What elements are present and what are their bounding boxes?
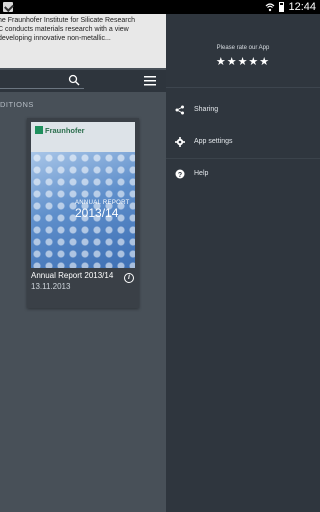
rating-stars[interactable]: ★★★★★ (166, 55, 320, 68)
divider (166, 87, 320, 88)
status-right: 12:44 (265, 0, 316, 14)
drawer-item-help[interactable]: ? Help (166, 162, 320, 186)
report-cover[interactable]: Fraunhofer ANNUAL REPORT 2013/14 (31, 122, 135, 268)
navigation-drawer: Please rate our App ★★★★★ Sharing App se… (166, 14, 320, 512)
info-icon[interactable]: i (124, 273, 134, 283)
cover-line2: 2013/14 (75, 206, 119, 220)
intro-line: developing innovative non-metallic... (0, 35, 111, 42)
drawer-item-label: Help (194, 170, 209, 177)
svg-text:?: ? (178, 172, 182, 179)
gear-icon (175, 137, 185, 147)
menu-icon[interactable] (144, 76, 156, 86)
cover-logo-text: Fraunhofer (45, 126, 85, 135)
divider (166, 158, 320, 159)
card-date: 13.11.2013 (31, 282, 71, 291)
battery-icon (279, 2, 285, 12)
section-label: DITIONS (0, 100, 34, 109)
intro-line: he Fraunhofer Institute for Silicate Res… (0, 17, 135, 24)
cover-subtitle (35, 143, 36, 147)
intro-text-box: he Fraunhofer Institute for Silicate Res… (0, 14, 166, 68)
report-card[interactable]: Fraunhofer ANNUAL REPORT 2013/14 Annual … (27, 118, 139, 308)
drawer-item-label: Sharing (194, 106, 219, 113)
main-content-dimmed: he Fraunhofer Institute for Silicate Res… (0, 14, 166, 512)
drawer-item-label: App settings (194, 138, 233, 145)
intro-line: C conducts materials research with a vie… (0, 26, 129, 33)
notification-icon (3, 2, 13, 12)
card-title: Annual Report 2013/14 (31, 271, 114, 280)
drawer-item-sharing[interactable]: Sharing (166, 98, 320, 122)
share-icon (175, 105, 184, 115)
status-bar: 12:44 (0, 0, 320, 14)
toolbar (0, 70, 166, 92)
drawer-item-app-settings[interactable]: App settings (166, 130, 320, 154)
rate-app-label: Please rate our App (216, 45, 270, 51)
status-time: 12:44 (288, 1, 316, 13)
cover-header: Fraunhofer (31, 122, 135, 152)
search-icon[interactable] (68, 74, 80, 86)
help-icon: ? (175, 169, 185, 179)
fraunhofer-logo-icon (35, 126, 43, 134)
wifi-icon (266, 3, 275, 12)
